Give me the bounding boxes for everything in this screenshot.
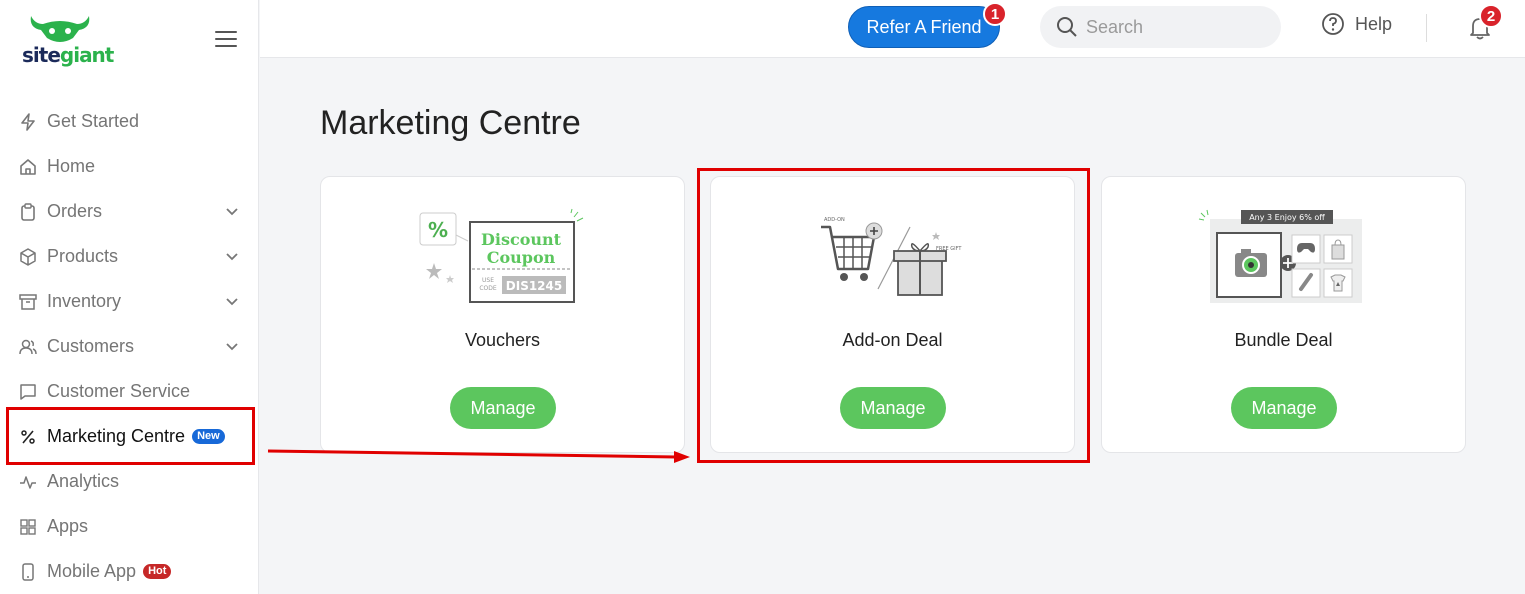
chevron-down-icon (226, 298, 238, 306)
refer-count-badge: 1 (983, 2, 1007, 26)
sidebar-item-mobile-app[interactable]: Mobile App Hot (0, 549, 259, 594)
page-title: Marketing Centre (320, 104, 581, 142)
sidebar-item-label: Analytics (47, 471, 120, 491)
sidebar-item-products[interactable]: Products (0, 234, 259, 279)
manage-vouchers-button[interactable]: Manage (450, 387, 556, 429)
sidebar-nav: Get Started Home Orders Products Invento… (0, 99, 259, 594)
home-icon (18, 157, 38, 177)
highlight-box-marketing-centre (6, 407, 255, 465)
chat-icon (18, 382, 38, 402)
hot-badge: Hot (143, 564, 172, 579)
top-bar: Refer A Friend 1 Help 2 (260, 0, 1525, 58)
svg-text:DIS1245: DIS1245 (506, 279, 562, 293)
sidebar-item-inventory[interactable]: Inventory (0, 279, 259, 324)
chevron-down-icon (226, 253, 238, 261)
sidebar-item-analytics[interactable]: Analytics (0, 459, 259, 504)
archive-icon (18, 292, 38, 312)
sidebar-item-label: Get Started (47, 111, 140, 131)
grid-icon (18, 517, 38, 537)
sidebar-item-customers[interactable]: Customers (0, 324, 259, 369)
svg-text:CODE: CODE (479, 285, 497, 292)
bundle-deal-card: Any 3 Enjoy 6% off Bundle Deal Manage (1101, 176, 1466, 453)
phone-icon (18, 562, 38, 582)
sidebar-item-label: Inventory (47, 291, 122, 311)
logo-mascot-icon (30, 16, 90, 42)
svg-text:USE: USE (482, 277, 494, 284)
box-icon (18, 247, 38, 267)
card-title: Vouchers (464, 330, 541, 350)
question-circle-icon (1322, 13, 1344, 35)
search-icon (1057, 17, 1077, 37)
help-label: Help (1355, 13, 1393, 34)
refer-a-friend-button[interactable]: Refer A Friend (848, 6, 1000, 48)
sidebar-item-label: Home (47, 156, 96, 176)
sidebar-item-label: Products (47, 246, 119, 266)
notification-count-badge: 2 (1479, 4, 1503, 28)
highlight-box-add-on-deal (697, 168, 1090, 463)
svg-text:Coupon: Coupon (487, 248, 556, 267)
sidebar-item-label: Orders (47, 201, 103, 221)
lightning-icon (18, 112, 38, 132)
search-input[interactable] (1086, 16, 1266, 38)
arrow-annotation (267, 449, 690, 463)
divider (1426, 14, 1427, 42)
manage-bundle-deal-button[interactable]: Manage (1231, 387, 1337, 429)
sidebar-item-get-started[interactable]: Get Started (0, 99, 259, 144)
svg-text:%: % (428, 218, 448, 242)
clipboard-icon (18, 202, 38, 222)
pulse-icon (18, 472, 38, 492)
discount-coupon-illustration: % Discount Coupon USE CODE DIS1245 (419, 208, 584, 303)
sidebar-item-label: Apps (47, 516, 89, 536)
vouchers-card: % Discount Coupon USE CODE DIS1245 Vouch… (320, 176, 685, 453)
sidebar-item-label: Customer Service (47, 381, 191, 401)
menu-toggle-button[interactable] (215, 31, 237, 47)
sitegiant-logo[interactable]: sitegiant (22, 14, 132, 70)
sidebar-item-apps[interactable]: Apps (0, 504, 259, 549)
logo-text: sitegiant (22, 43, 114, 67)
sidebar-item-label: Customers (47, 336, 135, 356)
chevron-down-icon (226, 208, 238, 216)
chevron-down-icon (226, 343, 238, 351)
sidebar-item-home[interactable]: Home (0, 144, 259, 189)
sidebar-item-orders[interactable]: Orders (0, 189, 259, 234)
svg-text:Discount: Discount (481, 230, 562, 249)
refer-label: Refer A Friend (866, 16, 982, 37)
card-title: Bundle Deal (1234, 330, 1333, 350)
search-box[interactable] (1040, 6, 1281, 48)
bundle-deal-illustration: Any 3 Enjoy 6% off (1198, 209, 1362, 303)
users-icon (18, 337, 38, 357)
sidebar: sitegiant Get Started Home Orders Produc… (0, 0, 259, 594)
svg-text:Any 3 Enjoy 6% off: Any 3 Enjoy 6% off (1249, 213, 1325, 222)
help-button[interactable]: Help (1321, 12, 1392, 36)
sidebar-item-label: Mobile App (47, 561, 137, 581)
